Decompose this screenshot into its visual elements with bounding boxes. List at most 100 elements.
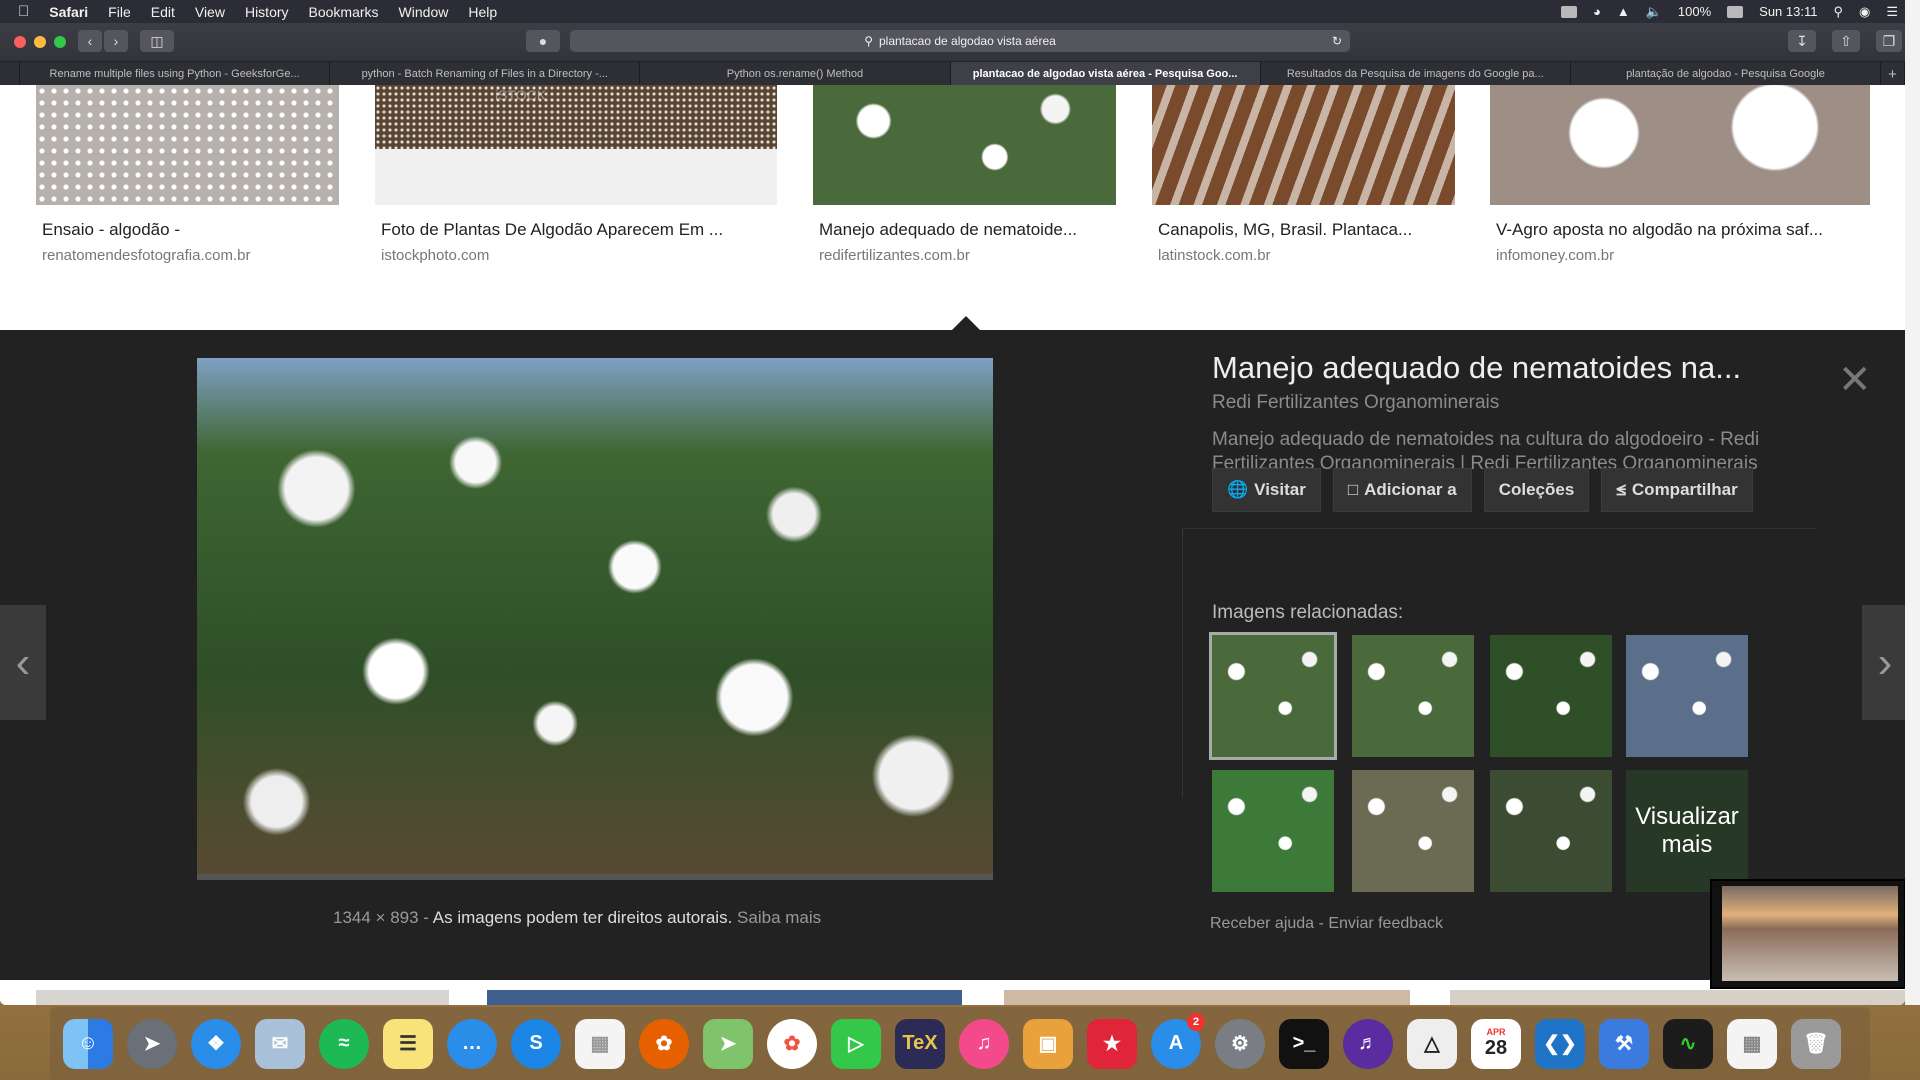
safari-icon[interactable]: ❖: [191, 1018, 241, 1069]
tab-google-images-results[interactable]: Resultados da Pesquisa de imagens do Goo…: [1261, 62, 1571, 86]
airplay-icon[interactable]: ▲: [1617, 4, 1630, 19]
minimize-window-button[interactable]: [34, 36, 46, 48]
picture-in-picture-video[interactable]: [1710, 879, 1906, 989]
new-tab-button[interactable]: +: [1881, 62, 1905, 86]
maps-icon[interactable]: ➤: [703, 1018, 753, 1069]
clock[interactable]: Sun 13:11: [1759, 4, 1817, 19]
volume-icon[interactable]: 🔈: [1646, 4, 1662, 20]
result-image[interactable]: [1450, 990, 1905, 1005]
skype-icon[interactable]: S: [511, 1018, 561, 1069]
page-scrollbar[interactable]: [1905, 0, 1920, 1005]
finder-icon[interactable]: ☺: [63, 1018, 113, 1069]
learn-more-link[interactable]: Saiba mais: [737, 908, 821, 927]
related-image[interactable]: [1490, 635, 1612, 757]
result-image[interactable]: [36, 990, 449, 1005]
result-source[interactable]: latinstock.com.br: [1158, 247, 1271, 264]
tabs-overview-icon[interactable]: ❐: [1876, 30, 1902, 52]
preview-image[interactable]: [197, 358, 993, 880]
calendar-icon[interactable]: APR 28: [1471, 1018, 1521, 1069]
menu-app-name[interactable]: Safari: [49, 4, 88, 20]
next-image-button[interactable]: ›: [1862, 605, 1905, 720]
feedback-link[interactable]: Enviar feedback: [1328, 915, 1443, 932]
siri-icon[interactable]: ◉: [1859, 4, 1870, 20]
result-title[interactable]: V-Agro aposta no algodão na próxima saf.…: [1496, 220, 1823, 240]
share-button[interactable]: ⪬ Compartilhar: [1601, 468, 1753, 512]
tab-google-search-active[interactable]: plantacao de algodao vista aérea - Pesqu…: [950, 62, 1261, 86]
result-title[interactable]: Canapolis, MG, Brasil. Plantaca...: [1158, 220, 1412, 240]
notification-center-icon[interactable]: ☰: [1886, 4, 1898, 20]
result-source[interactable]: infomoney.com.br: [1496, 247, 1614, 264]
related-image[interactable]: [1490, 770, 1612, 892]
menu-edit[interactable]: Edit: [151, 4, 175, 20]
apple-menu-icon[interactable]: : [18, 3, 29, 20]
notes-icon[interactable]: ☰: [383, 1018, 433, 1069]
close-window-button[interactable]: [14, 36, 26, 48]
downloads-icon[interactable]: ↧: [1788, 30, 1816, 52]
activity-monitor-icon[interactable]: ∿: [1663, 1018, 1713, 1069]
result-image[interactable]: [1152, 85, 1455, 205]
tab-stackoverflow[interactable]: python - Batch Renaming of Files in a Di…: [330, 62, 641, 86]
launchpad-icon[interactable]: ➤: [127, 1018, 177, 1069]
result-source[interactable]: istockphoto.com: [381, 247, 489, 264]
add-to-button[interactable]: □ Adicionar a: [1332, 468, 1472, 512]
tab-pinned[interactable]: [0, 62, 20, 86]
status-app-icon[interactable]: [1560, 5, 1577, 18]
result-title[interactable]: Foto de Plantas De Algodão Aparecem Em .…: [381, 220, 723, 240]
address-bar[interactable]: ⚲ plantacao de algodao vista aérea ↻: [570, 30, 1350, 52]
bookmark-app-icon[interactable]: ★: [1087, 1018, 1137, 1069]
collections-button[interactable]: Coleções: [1483, 468, 1590, 512]
messages-icon[interactable]: …: [447, 1018, 497, 1069]
spotify-icon[interactable]: ≈: [319, 1018, 369, 1069]
related-image[interactable]: [1352, 635, 1474, 757]
battery-icon[interactable]: [1727, 5, 1744, 18]
preview-app-icon[interactable]: ▣: [1023, 1018, 1073, 1069]
menu-history[interactable]: History: [245, 4, 289, 20]
sidebar-toggle-icon[interactable]: ◫: [140, 30, 174, 52]
textedit-icon[interactable]: ▦: [575, 1018, 625, 1069]
result-source[interactable]: redifertilizantes.com.br: [819, 247, 970, 264]
result-image[interactable]: [1004, 990, 1410, 1005]
preview-title[interactable]: Manejo adequado de nematoides na...: [1212, 350, 1832, 386]
menu-view[interactable]: View: [195, 4, 225, 20]
mail-icon[interactable]: ✉: [255, 1018, 305, 1069]
result-source[interactable]: renatomendesfotografia.com.br: [42, 247, 250, 264]
audacity-icon[interactable]: ♬: [1343, 1018, 1393, 1069]
result-title[interactable]: Manejo adequado de nematoide...: [819, 220, 1077, 240]
xcode-icon[interactable]: ⚒: [1599, 1018, 1649, 1069]
result-image[interactable]: [813, 85, 1116, 205]
view-more-button[interactable]: Visualizar mais: [1626, 770, 1748, 892]
tab-google-search[interactable]: plantação de algodao - Pesquisa Google: [1571, 62, 1882, 86]
result-image[interactable]: [36, 85, 339, 205]
unity-icon[interactable]: △: [1407, 1018, 1457, 1069]
wifi-icon[interactable]: ◕: [1593, 4, 1601, 19]
preview-site[interactable]: Redi Fertilizantes Organominerais: [1212, 392, 1832, 414]
help-link[interactable]: Receber ajuda: [1210, 915, 1314, 932]
related-image[interactable]: [1626, 635, 1748, 757]
result-image[interactable]: [487, 990, 962, 1005]
app-store-icon[interactable]: A2: [1151, 1012, 1205, 1069]
firefox-icon[interactable]: ✿: [639, 1018, 689, 1069]
photos-icon[interactable]: ✿: [767, 1018, 817, 1069]
back-button[interactable]: ‹: [78, 30, 102, 52]
result-title[interactable]: Ensaio - algodão -: [42, 220, 180, 240]
visit-button[interactable]: 🌐 Visitar: [1212, 468, 1321, 512]
menu-bookmarks[interactable]: Bookmarks: [309, 4, 379, 20]
facetime-icon[interactable]: ▷: [831, 1018, 881, 1069]
itunes-icon[interactable]: ♫: [959, 1018, 1009, 1069]
trash-icon[interactable]: 🗑: [1791, 1018, 1841, 1069]
result-image[interactable]: [1490, 85, 1870, 205]
battery-percent[interactable]: 100%: [1678, 4, 1711, 19]
related-image[interactable]: [1212, 770, 1334, 892]
privacy-report-icon[interactable]: ●: [526, 30, 560, 52]
tex-icon[interactable]: TeX: [895, 1018, 945, 1069]
menu-help[interactable]: Help: [468, 4, 497, 20]
share-icon[interactable]: ⇧: [1832, 30, 1860, 52]
zoom-window-button[interactable]: [54, 36, 66, 48]
system-preferences-icon[interactable]: ⚙: [1215, 1018, 1265, 1069]
tab-geeksforgeeks[interactable]: Rename multiple files using Python - Gee…: [20, 62, 331, 86]
forward-button[interactable]: ›: [104, 30, 128, 52]
menu-file[interactable]: File: [108, 4, 131, 20]
documents-folder-icon[interactable]: ▦: [1727, 1018, 1777, 1069]
result-image[interactable]: iSTOCK: [375, 85, 777, 149]
terminal-icon[interactable]: >_: [1279, 1018, 1329, 1069]
